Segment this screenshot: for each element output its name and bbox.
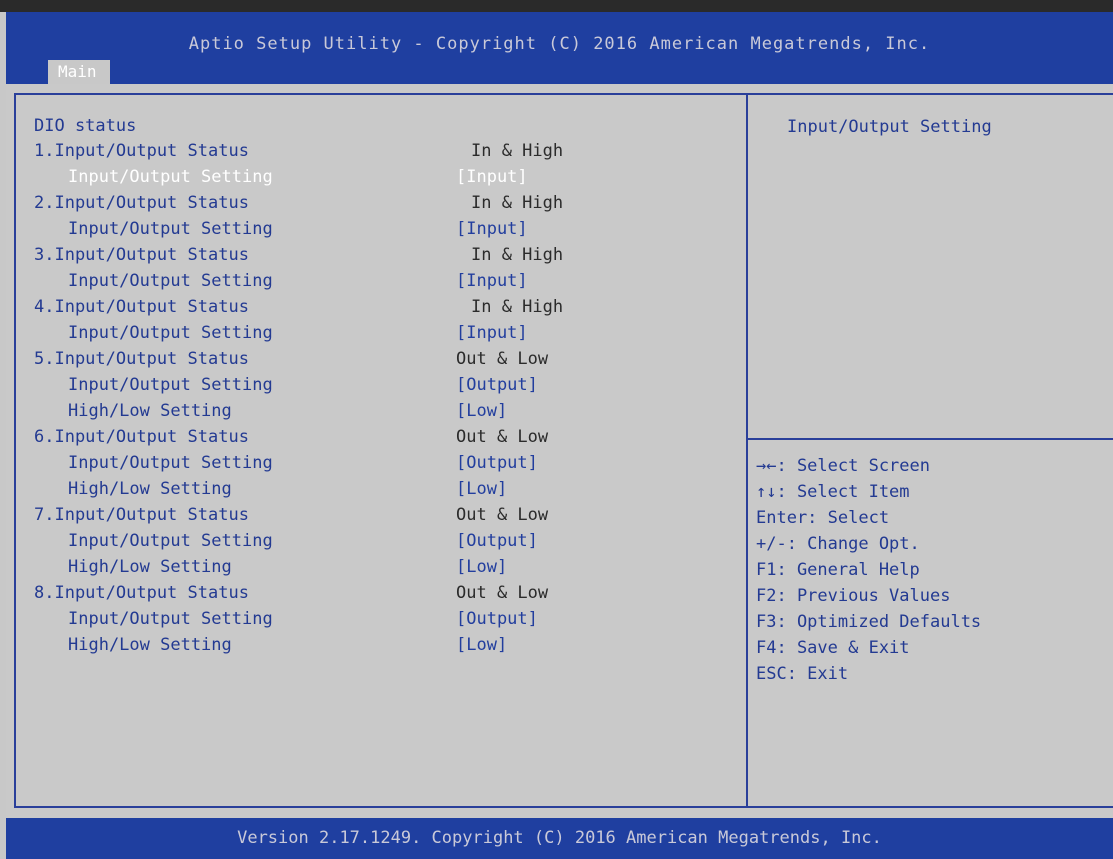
footer-version: Version 2.17.1249. Copyright (C) 2016 Am… — [237, 828, 882, 848]
row-label: 4.Input/Output Status — [34, 297, 249, 317]
row-label: Input/Output Setting — [68, 323, 273, 343]
hint-select-item: ↑↓: Select Item — [756, 482, 910, 502]
row-option[interactable]: [Output] — [456, 531, 538, 551]
row-option[interactable]: [Input] — [456, 167, 528, 187]
row-label: Input/Output Setting — [68, 271, 273, 291]
setting-row-5-high-low[interactable]: High/Low Setting [Low] — [0, 401, 740, 427]
setting-row-6-io-setting[interactable]: Input/Output Setting [Output] — [0, 453, 740, 479]
section-title-row: DIO status — [0, 116, 740, 142]
bottom-strip — [6, 808, 1113, 818]
setting-row-3-io-setting[interactable]: Input/Output Setting [Input] — [0, 271, 740, 297]
row-label: High/Low Setting — [68, 479, 232, 499]
row-option[interactable]: [Input] — [456, 323, 528, 343]
hint-optimized-defaults: F3: Optimized Defaults — [756, 612, 982, 632]
header-bar: Aptio Setup Utility - Copyright (C) 2016… — [6, 12, 1113, 84]
row-value: In & High — [471, 245, 564, 265]
row-label: 1.Input/Output Status — [34, 141, 249, 161]
setting-row-7-status: 7.Input/Output Status Out & Low — [0, 505, 740, 531]
row-option[interactable]: [Low] — [456, 635, 507, 655]
row-label: Input/Output Setting — [68, 167, 273, 187]
help-divider — [748, 438, 1113, 440]
hint-esc-exit: ESC: Exit — [756, 664, 849, 684]
row-option[interactable]: [Low] — [456, 479, 507, 499]
setting-row-1-io-setting[interactable]: Input/Output Setting [Input] — [0, 167, 740, 193]
section-title: DIO status — [34, 116, 137, 136]
row-option[interactable]: [Output] — [456, 453, 538, 473]
header-title: Aptio Setup Utility - Copyright (C) 2016… — [188, 34, 931, 54]
row-value: In & High — [471, 297, 564, 317]
row-label: 2.Input/Output Status — [34, 193, 249, 213]
row-label: 3.Input/Output Status — [34, 245, 249, 265]
row-value: Out & Low — [456, 583, 549, 603]
vertical-divider — [746, 93, 748, 808]
row-label: Input/Output Setting — [68, 531, 273, 551]
row-option[interactable]: [Output] — [456, 375, 538, 395]
row-label: High/Low Setting — [68, 401, 232, 421]
row-label: Input/Output Setting — [68, 375, 273, 395]
hint-select-screen: →←: Select Screen — [756, 456, 930, 476]
setting-row-8-io-setting[interactable]: Input/Output Setting [Output] — [0, 609, 740, 635]
setting-row-5-io-setting[interactable]: Input/Output Setting [Output] — [0, 375, 740, 401]
hint-change-opt: +/-: Change Opt. — [756, 534, 920, 554]
row-value: Out & Low — [456, 349, 549, 369]
setting-row-3-status: 3.Input/Output Status In & High — [0, 245, 740, 271]
row-option[interactable]: [Low] — [456, 557, 507, 577]
hint-save-exit: F4: Save & Exit — [756, 638, 910, 658]
setting-row-5-status: 5.Input/Output Status Out & Low — [0, 349, 740, 375]
footer-bar: Version 2.17.1249. Copyright (C) 2016 Am… — [6, 818, 1113, 859]
hint-previous-values: F2: Previous Values — [756, 586, 951, 606]
row-option[interactable]: [Output] — [456, 609, 538, 629]
setting-row-1-status: 1.Input/Output Status In & High — [0, 141, 740, 167]
setting-row-2-status: 2.Input/Output Status In & High — [0, 193, 740, 219]
hint-enter-select: Enter: Select — [756, 508, 890, 528]
row-label: 8.Input/Output Status — [34, 583, 249, 603]
setting-row-7-high-low[interactable]: High/Low Setting [Low] — [0, 557, 740, 583]
row-label: 6.Input/Output Status — [34, 427, 249, 447]
row-value: In & High — [471, 193, 564, 213]
row-label: 7.Input/Output Status — [34, 505, 249, 525]
row-option[interactable]: [Input] — [456, 271, 528, 291]
row-label: 5.Input/Output Status — [34, 349, 249, 369]
row-label: High/Low Setting — [68, 557, 232, 577]
setting-row-6-high-low[interactable]: High/Low Setting [Low] — [0, 479, 740, 505]
row-value: Out & Low — [456, 427, 549, 447]
row-option[interactable]: [Low] — [456, 401, 507, 421]
setting-row-2-io-setting[interactable]: Input/Output Setting [Input] — [0, 219, 740, 245]
row-value: In & High — [471, 141, 564, 161]
help-title: Input/Output Setting — [787, 117, 992, 137]
tab-main[interactable]: Main — [48, 60, 110, 84]
row-label: High/Low Setting — [68, 635, 232, 655]
setting-row-4-status: 4.Input/Output Status In & High — [0, 297, 740, 323]
setting-row-8-status: 8.Input/Output Status Out & Low — [0, 583, 740, 609]
row-label: Input/Output Setting — [68, 609, 273, 629]
row-label: Input/Output Setting — [68, 219, 273, 239]
hint-general-help: F1: General Help — [756, 560, 920, 580]
setting-row-6-status: 6.Input/Output Status Out & Low — [0, 427, 740, 453]
bios-screen: Aptio Setup Utility - Copyright (C) 2016… — [0, 0, 1113, 859]
row-option[interactable]: [Input] — [456, 219, 528, 239]
setting-row-8-high-low[interactable]: High/Low Setting [Low] — [0, 635, 740, 661]
row-label: Input/Output Setting — [68, 453, 273, 473]
setting-row-4-io-setting[interactable]: Input/Output Setting [Input] — [0, 323, 740, 349]
setting-row-7-io-setting[interactable]: Input/Output Setting [Output] — [0, 531, 740, 557]
row-value: Out & Low — [456, 505, 549, 525]
monitor-bezel — [0, 0, 1113, 12]
